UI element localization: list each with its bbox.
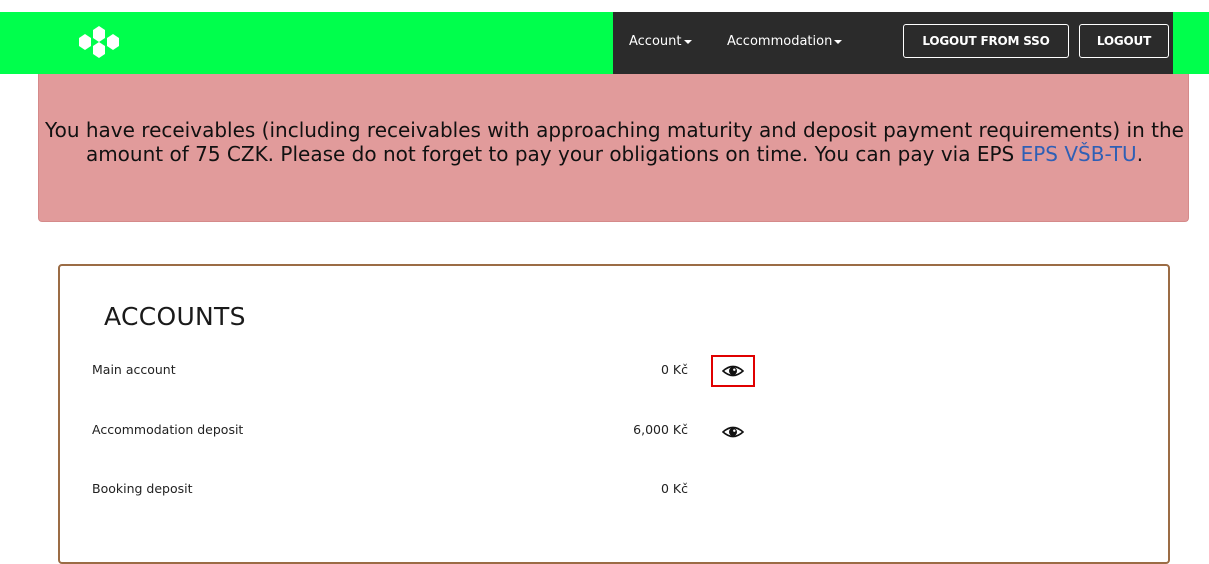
accommodation-dropdown[interactable]: Accommodation <box>727 34 843 49</box>
top-navbar: Account Accommodation LOGOUT FROM SSO LO… <box>0 12 1209 74</box>
account-label: Account <box>629 34 682 49</box>
alert-text-end: . <box>1136 142 1144 166</box>
account-dropdown[interactable]: Account <box>629 34 692 49</box>
alert-text: You have receivables (including receivab… <box>45 118 1184 166</box>
row-value-main-account: 0 Kč <box>661 362 688 377</box>
nav-menu: Account Accommodation LOGOUT FROM SSO LO… <box>613 12 1173 74</box>
eye-icon[interactable] <box>722 425 744 439</box>
accommodation-label: Accommodation <box>727 34 833 49</box>
receivables-alert: You have receivables (including receivab… <box>38 74 1189 222</box>
eps-link[interactable]: EPS VŠB-TU <box>1021 142 1137 166</box>
chevron-down-icon <box>683 39 692 44</box>
row-value-accommodation-deposit: 6,000 Kč <box>633 422 688 437</box>
accounts-card: ACCOUNTS Main account 0 Kč Accommodation… <box>58 264 1170 564</box>
logout-sso-button[interactable]: LOGOUT FROM SSO <box>903 24 1069 58</box>
row-value-booking-deposit: 0 Kč <box>661 481 688 496</box>
chevron-down-icon <box>834 39 843 44</box>
eye-icon[interactable] <box>722 364 744 378</box>
logo-icon[interactable] <box>70 26 126 60</box>
row-label-booking-deposit: Booking deposit <box>92 481 193 496</box>
alert-message: You have receivables (including receivab… <box>39 118 1190 166</box>
row-label-main-account: Main account <box>92 362 176 377</box>
accounts-title: ACCOUNTS <box>104 302 246 331</box>
row-label-accommodation-deposit: Accommodation deposit <box>92 422 244 437</box>
logout-button[interactable]: LOGOUT <box>1079 24 1169 58</box>
